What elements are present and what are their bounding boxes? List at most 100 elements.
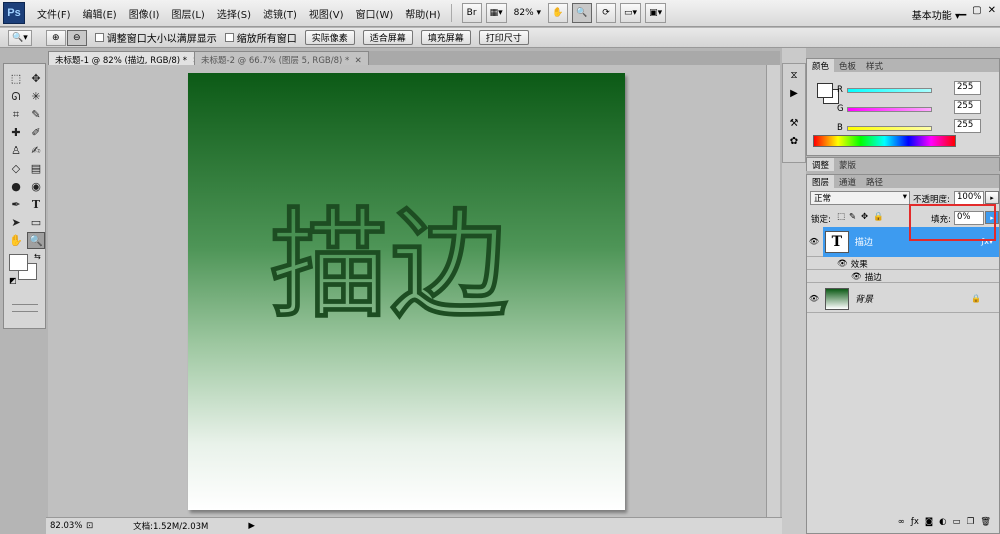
- zoom-out-button[interactable]: ⊖: [66, 29, 87, 46]
- tab-document-1[interactable]: 未标题-1 @ 82% (描边, RGB/8) * ✕: [48, 51, 207, 66]
- vertical-scrollbar[interactable]: [766, 65, 780, 517]
- green-value-input[interactable]: 255: [954, 100, 981, 114]
- hand-tool-button[interactable]: ✋: [548, 3, 569, 23]
- tool-presets-icon[interactable]: ⚒: [786, 116, 802, 130]
- new-group-icon[interactable]: ▭: [953, 517, 961, 531]
- menu-image[interactable]: 图像(I): [129, 6, 160, 21]
- lock-all-icon[interactable]: 🔒: [873, 212, 884, 222]
- eraser-tool-icon[interactable]: ◇: [7, 160, 25, 177]
- eye-icon[interactable]: 👁: [807, 294, 821, 303]
- actual-pixels-button[interactable]: 实际像素: [304, 30, 355, 45]
- restore-icon[interactable]: ▢: [972, 5, 981, 16]
- resize-windows-checkbox[interactable]: 调整窗口大小以满屏显示: [94, 30, 217, 45]
- gradient-tool-icon[interactable]: ▤: [27, 160, 45, 177]
- red-value-input[interactable]: 255: [954, 81, 981, 95]
- blur-tool-icon[interactable]: ●: [7, 178, 25, 195]
- arrange-documents-button[interactable]: ▭▾: [620, 3, 642, 23]
- layer-name[interactable]: 描边: [855, 235, 873, 248]
- layer-name[interactable]: 背景: [855, 292, 873, 305]
- status-expand-icon[interactable]: ▶: [248, 521, 255, 531]
- path-select-tool-icon[interactable]: ➤: [7, 214, 25, 231]
- pen-tool-icon[interactable]: ✒: [7, 196, 25, 213]
- history-brush-tool-icon[interactable]: ✍: [27, 142, 45, 159]
- panel-foreground-swatch[interactable]: [817, 83, 833, 98]
- lock-pixels-icon[interactable]: ✎: [849, 212, 856, 222]
- color-spectrum-bar[interactable]: [813, 135, 956, 147]
- workspace-switcher[interactable]: 基本功能 ▾: [912, 7, 960, 22]
- link-layers-icon[interactable]: ∞: [898, 517, 905, 531]
- blue-slider[interactable]: [847, 125, 932, 131]
- add-mask-icon[interactable]: ◙: [925, 517, 933, 531]
- zoom-all-windows-checkbox[interactable]: 缩放所有窗口: [224, 30, 297, 45]
- crop-tool-icon[interactable]: ⌗: [7, 106, 25, 123]
- dodge-tool-icon[interactable]: ◉: [27, 178, 45, 195]
- tab-layers[interactable]: 图层: [807, 175, 835, 188]
- fill-screen-button[interactable]: 填充屏幕: [420, 30, 471, 45]
- menu-edit[interactable]: 编辑(E): [83, 6, 117, 21]
- quick-mask-button[interactable]: [12, 304, 38, 312]
- clone-source-icon[interactable]: ✿: [786, 134, 802, 148]
- eye-icon[interactable]: 👁: [807, 237, 821, 246]
- screen-mode-button[interactable]: ▣▾: [645, 3, 667, 23]
- menu-window[interactable]: 窗口(W): [356, 6, 394, 21]
- layer-effects-row[interactable]: 👁 效果: [807, 258, 999, 270]
- add-style-icon[interactable]: ƒx: [911, 517, 919, 531]
- zoom-tool-button[interactable]: 🔍: [572, 3, 593, 23]
- lock-transparency-icon[interactable]: ⬚: [837, 212, 845, 222]
- green-slider[interactable]: [847, 106, 932, 112]
- checkbox-box[interactable]: [224, 33, 234, 42]
- type-tool-icon[interactable]: T: [27, 196, 45, 213]
- close-icon[interactable]: ✕: [988, 5, 996, 16]
- healing-tool-icon[interactable]: ✚: [7, 124, 25, 141]
- opacity-input[interactable]: 100%: [954, 191, 984, 205]
- stamp-tool-icon[interactable]: ♙: [7, 142, 25, 159]
- tab-masks[interactable]: 蒙版: [834, 158, 861, 171]
- move-tool-icon[interactable]: ✥: [27, 70, 45, 87]
- opacity-slider-button[interactable]: ▸: [985, 191, 999, 204]
- magic-wand-tool-icon[interactable]: ✳: [27, 88, 45, 105]
- delete-layer-icon[interactable]: 🗑: [980, 517, 991, 531]
- tab-color[interactable]: 颜色: [807, 59, 835, 72]
- eye-icon[interactable]: 👁: [837, 259, 848, 269]
- tab-document-2[interactable]: 未标题-2 @ 66.7% (图层 5, RGB/8) * ✕: [194, 51, 369, 66]
- bridge-button[interactable]: Br: [461, 3, 482, 23]
- tab-channels[interactable]: 通道: [834, 175, 861, 188]
- zoom-tool-icon[interactable]: 🔍: [27, 232, 45, 249]
- actions-panel-icon[interactable]: ▶: [786, 86, 802, 100]
- menu-help[interactable]: 帮助(H): [405, 6, 440, 21]
- menu-file[interactable]: 文件(F): [37, 6, 71, 21]
- layer-row-background[interactable]: 👁 背景 🔒: [807, 285, 999, 313]
- red-slider[interactable]: [847, 87, 932, 93]
- brush-tool-icon[interactable]: ✐: [27, 124, 45, 141]
- new-layer-icon[interactable]: ❐: [967, 517, 975, 531]
- zoom-level-dropdown[interactable]: 82% ▾: [511, 3, 544, 23]
- fit-screen-button[interactable]: 适合屏幕: [362, 30, 413, 45]
- eyedropper-tool-icon[interactable]: ✎: [27, 106, 45, 123]
- print-size-button[interactable]: 打印尺寸: [478, 30, 529, 45]
- checkbox-box[interactable]: [94, 33, 104, 42]
- zoom-in-button[interactable]: ⊕: [45, 29, 66, 46]
- tab-styles[interactable]: 样式: [861, 59, 888, 72]
- adjustment-layer-icon[interactable]: ◐: [939, 517, 946, 531]
- view-extras-button[interactable]: ▦▾: [485, 3, 507, 23]
- foreground-color-swatch[interactable]: [9, 254, 28, 271]
- menu-select[interactable]: 选择(S): [217, 6, 251, 21]
- blend-mode-select[interactable]: 正常 ▾: [810, 191, 910, 205]
- tab-swatches[interactable]: 色板: [834, 59, 861, 72]
- status-zoom[interactable]: 82.03%: [50, 521, 84, 531]
- lasso-tool-icon[interactable]: ᘏ: [7, 88, 25, 105]
- history-panel-icon[interactable]: ⧖: [786, 68, 802, 82]
- eye-icon[interactable]: 👁: [851, 272, 862, 282]
- lock-position-icon[interactable]: ✥: [861, 212, 868, 222]
- menu-view[interactable]: 视图(V): [309, 6, 344, 21]
- status-menu-icon[interactable]: ⊡: [86, 521, 93, 531]
- blue-value-input[interactable]: 255: [954, 119, 981, 133]
- menu-filter[interactable]: 滤镜(T): [263, 6, 297, 21]
- shape-tool-icon[interactable]: ▭: [27, 214, 45, 231]
- tool-preset-picker[interactable]: 🔍▾: [8, 29, 32, 46]
- document-canvas[interactable]: 描边: [188, 73, 625, 510]
- tab-paths[interactable]: 路径: [861, 175, 888, 188]
- layer-effect-stroke-row[interactable]: 👁 描边: [807, 271, 999, 283]
- marquee-tool-icon[interactable]: ⬚: [7, 70, 25, 87]
- default-colors-icon[interactable]: ◩: [9, 276, 17, 285]
